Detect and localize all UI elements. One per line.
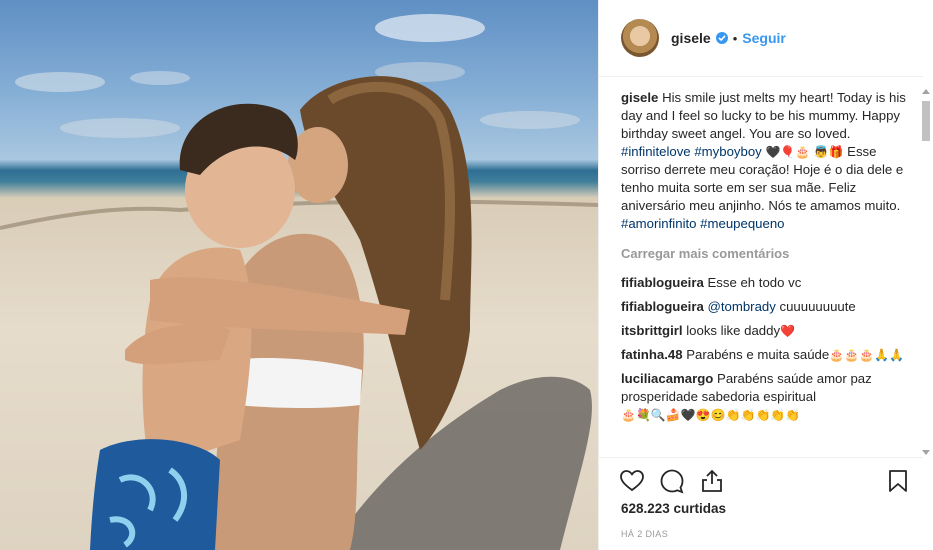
- action-bar: [599, 457, 923, 504]
- bookmark-icon: [889, 470, 907, 492]
- hashtag-link[interactable]: #meupequeno: [700, 216, 784, 231]
- caption-emojis: 🖤🎈🎂 👼🎁: [765, 145, 844, 159]
- hashtag-link[interactable]: #infinitelove: [621, 144, 691, 159]
- comment-item: fatinha.48 Parabéns e muita saúde🎂🎂🎂🙏🙏: [621, 346, 915, 364]
- share-button[interactable]: [699, 468, 725, 494]
- hashtag-link[interactable]: #myboyboy: [694, 144, 761, 159]
- instagram-post: gisele • Seguir gisele His smile just me…: [0, 0, 933, 550]
- comment-username[interactable]: fifiablogueira: [621, 275, 704, 290]
- avatar[interactable]: [621, 19, 659, 57]
- mention-link[interactable]: @tombrady: [707, 299, 775, 314]
- scrollbar-thumb[interactable]: [922, 101, 930, 141]
- comment-icon: [660, 469, 684, 494]
- comment-username[interactable]: itsbrittgirl: [621, 323, 683, 338]
- share-icon: [702, 469, 722, 492]
- verified-badge-icon: [715, 32, 728, 44]
- hashtag-link[interactable]: #amorinfinito: [621, 216, 697, 231]
- comment-text: cuuuuuuuute: [779, 299, 856, 314]
- like-button[interactable]: [619, 468, 645, 494]
- likes-count[interactable]: 628.223 curtidas: [621, 501, 726, 516]
- follow-button[interactable]: Seguir: [742, 30, 786, 46]
- scroll-down-arrow-icon[interactable]: [922, 450, 930, 455]
- post-side-panel: gisele • Seguir gisele His smile just me…: [598, 0, 933, 550]
- comment-username[interactable]: luciliacamargo: [621, 371, 713, 386]
- heart-icon: [620, 470, 644, 492]
- comment-text: Esse eh todo vc: [707, 275, 802, 290]
- comment-item: fifiablogueira @tombrady cuuuuuuuute: [621, 298, 915, 316]
- comment-item: luciliacamargo Parabéns saúde amor paz p…: [621, 370, 915, 424]
- caption-username[interactable]: gisele: [621, 90, 658, 105]
- comment-item: itsbrittgirl looks like daddy❤️: [621, 322, 915, 340]
- post-photo[interactable]: [0, 0, 598, 550]
- scroll-up-arrow-icon[interactable]: [922, 89, 930, 94]
- header-username[interactable]: gisele: [671, 30, 711, 46]
- beach-photo-illustration: [0, 14, 598, 550]
- comment-emojis: 🎂🎂🎂🙏🙏: [829, 348, 904, 362]
- comment-item: fifiablogueira Esse eh todo vc: [621, 274, 915, 292]
- comments-list[interactable]: gisele His smile just melts my heart! To…: [621, 89, 915, 455]
- comment-emojis: ❤️: [780, 324, 796, 338]
- post-date[interactable]: HÁ 2 DIAS: [621, 529, 668, 539]
- comment-username[interactable]: fifiablogueira: [621, 299, 704, 314]
- header-separator: •: [732, 30, 738, 46]
- comment-button[interactable]: [659, 468, 685, 494]
- caption-text-1: His smile just melts my heart! Today is …: [621, 90, 906, 141]
- comments-scrollbar[interactable]: [921, 89, 931, 455]
- comment-text: looks like daddy: [686, 323, 781, 338]
- comment-text: Parabéns e muita saúde: [686, 347, 830, 362]
- caption: gisele His smile just melts my heart! To…: [621, 89, 915, 233]
- save-button[interactable]: [885, 468, 911, 494]
- load-more-comments-button[interactable]: Carregar mais comentários: [621, 245, 915, 263]
- comment-emojis: 🎂💐🔍🍰🖤😍😊👏👏👏👏👏: [621, 408, 801, 422]
- post-header: gisele • Seguir: [599, 0, 923, 77]
- comment-username[interactable]: fatinha.48: [621, 347, 683, 362]
